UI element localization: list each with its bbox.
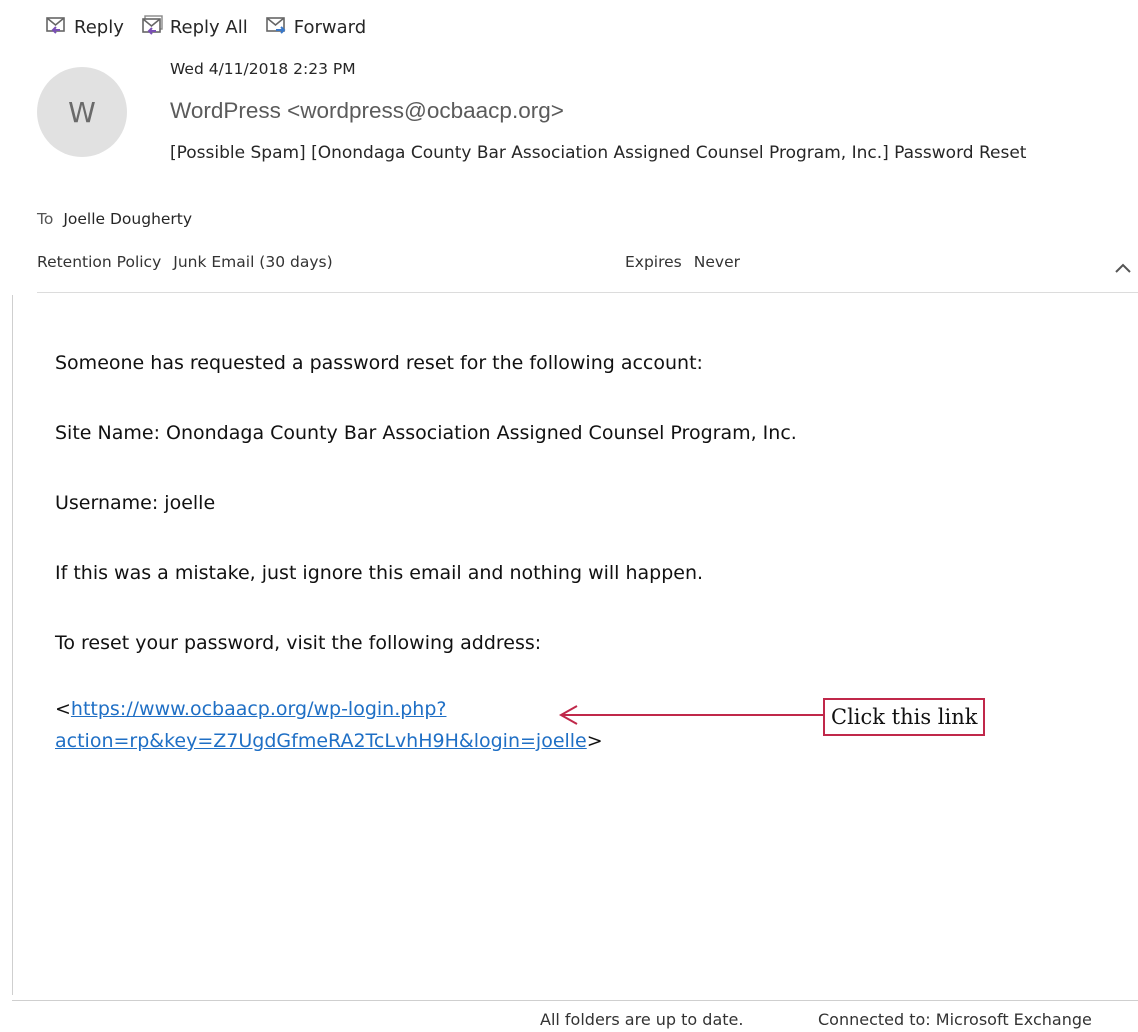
status-folders: All folders are up to date. <box>540 1010 744 1029</box>
status-connection: Connected to: Microsoft Exchange <box>818 1010 1092 1029</box>
reply-all-button[interactable]: Reply All <box>140 14 248 41</box>
forward-button[interactable]: Forward <box>264 14 366 41</box>
recipient-row: To Joelle Dougherty <box>37 210 192 228</box>
reply-icon <box>44 14 70 41</box>
link-open-bracket: < <box>55 698 71 720</box>
chevron-up-icon <box>1115 263 1131 273</box>
body-line-instructions: To reset your password, visit the follow… <box>55 632 542 654</box>
recipient-name[interactable]: Joelle Dougherty <box>63 210 192 228</box>
reply-label: Reply <box>74 17 124 38</box>
sender-address[interactable]: WordPress <wordpress@ocbaacp.org> <box>170 98 564 124</box>
expires-value: Never <box>693 253 740 271</box>
message-toolbar: Reply Reply All Forward <box>44 14 366 41</box>
collapse-header-button[interactable] <box>1114 260 1132 274</box>
header-divider <box>37 292 1138 293</box>
link-close-bracket: > <box>586 730 603 752</box>
body-line-request: Someone has requested a password reset f… <box>55 352 703 374</box>
annotation-arrow <box>558 705 823 725</box>
reset-link-block: <https://www.ocbaacp.org/wp-login.php? ac… <box>55 693 603 757</box>
body-line-ignore: If this was a mistake, just ignore this … <box>55 562 704 584</box>
forward-icon <box>264 14 290 41</box>
to-label: To <box>37 210 54 228</box>
retention-label: Retention Policy <box>37 253 162 271</box>
expires-label: Expires <box>625 253 682 271</box>
reset-link[interactable]: https://www.ocbaacp.org/wp-login.php? act… <box>55 698 587 752</box>
annotation-label: Click this link <box>823 698 986 736</box>
reply-all-icon <box>140 14 166 41</box>
reset-link-line1: https://www.ocbaacp.org/wp-login.php? <box>70 698 447 720</box>
expires-info: Expires Never <box>625 253 740 271</box>
body-line-username: Username: joelle <box>55 492 216 514</box>
reply-all-label: Reply All <box>169 17 248 38</box>
message-date: Wed 4/11/2018 2:23 PM <box>170 60 356 78</box>
reply-button[interactable]: Reply <box>44 14 124 41</box>
body-line-site-name: Site Name: Onondaga County Bar Associati… <box>55 422 797 444</box>
retention-policy: Retention Policy Junk Email (30 days) <box>37 253 333 271</box>
sender-avatar: W <box>37 67 127 157</box>
retention-value: Junk Email (30 days) <box>173 253 333 271</box>
status-divider <box>12 1000 1138 1001</box>
forward-label: Forward <box>293 17 367 38</box>
reset-link-line2: action=rp&key=Z7UgdGfmeRA2TcLvhH9H&login… <box>55 730 587 752</box>
pane-border <box>12 295 13 995</box>
message-subject: [Possible Spam] [Onondaga County Bar Ass… <box>170 143 1027 163</box>
